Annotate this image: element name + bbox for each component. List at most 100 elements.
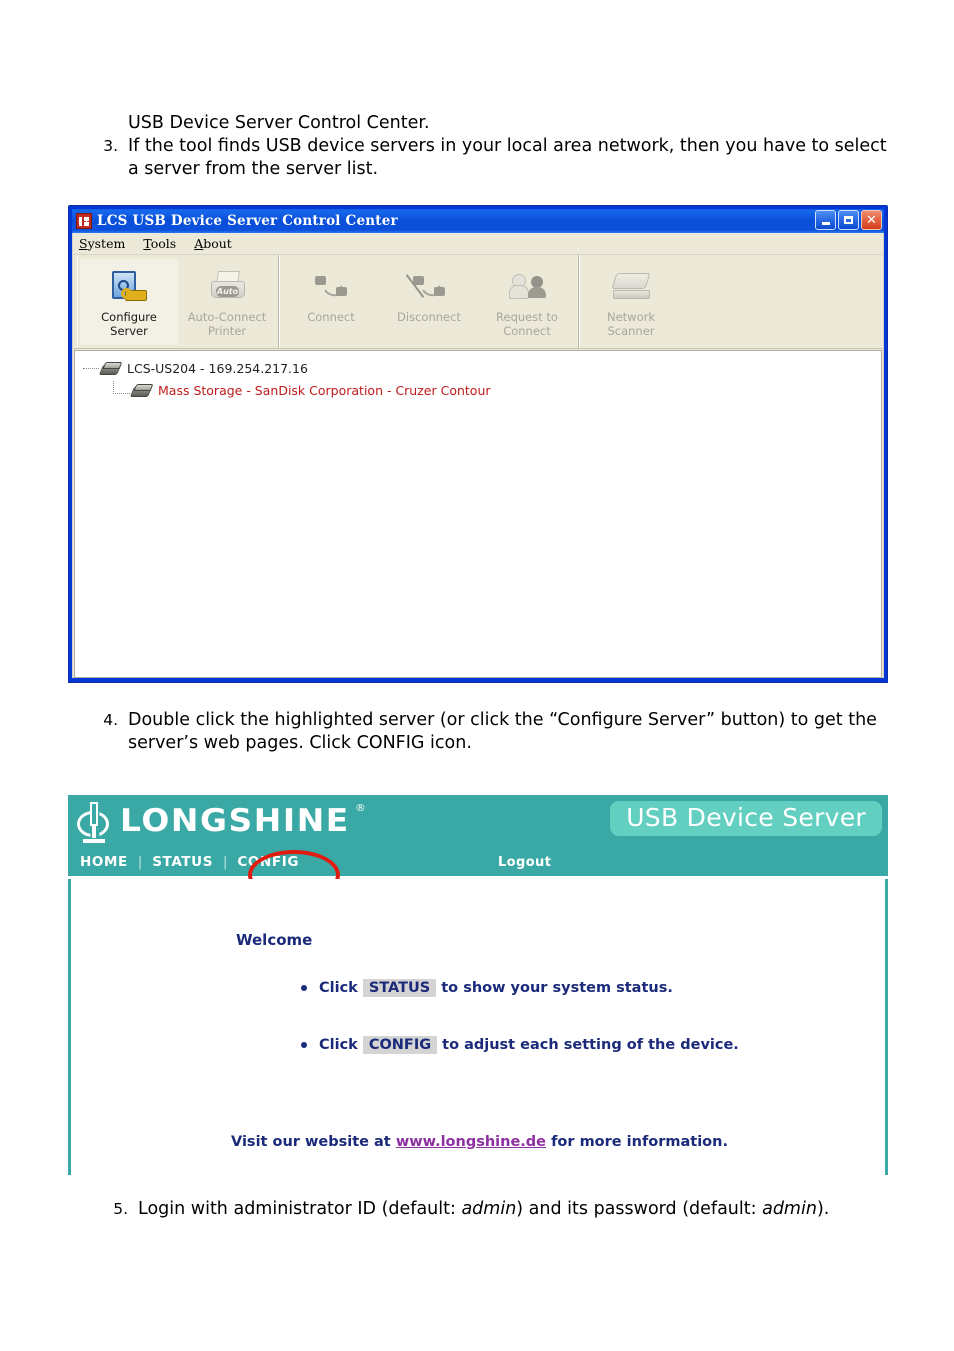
auto-connect-printer-label-line1: Auto-Connect [187,309,267,324]
longshine-web-page-screenshot: LONGSHINE ® USB Device Server HOME | STAT… [68,795,888,1175]
welcome-heading: Welcome [236,931,313,949]
menu-about-rest: bout [203,236,232,251]
step-5-text: Login with administrator ID (default: ad… [138,1198,858,1221]
step-5-prefix: Login with administrator ID (default: [138,1199,462,1219]
step-5-suffix: ). [816,1199,830,1219]
server-device-icon [101,362,120,374]
step-5-default-password: admin [762,1199,817,1219]
nav-separator-2: | [223,854,228,870]
connect-label: Connect [307,309,355,324]
control-center-window: LCS USB Device Server Control Center ✕ S… [68,205,888,683]
step-3-number: 3. [103,137,118,155]
network-scanner-label-line1: Network [606,309,656,324]
longshine-brand-text: LONGSHINE [120,803,350,839]
request-to-connect-icon [508,269,546,303]
request-to-connect-button[interactable]: Request to Connect [478,259,576,345]
step-4: 4. Double click the highlighted server (… [88,709,893,755]
menu-about[interactable]: About [194,236,232,251]
usb-device-icon [132,384,151,396]
step-3-text: If the tool finds USB device servers in … [128,136,887,180]
bullet-status-highlight[interactable]: STATUS [362,979,437,997]
tree-row-device[interactable]: Mass Storage - SanDisk Corporation - Cru… [83,379,881,401]
tree-connector-elbow [113,380,130,394]
tree-row-server[interactable]: LCS-US204 - 169.254.217.16 [83,357,881,379]
server-tree-label: LCS-US204 - 169.254.217.16 [127,360,308,376]
minimize-icon[interactable] [815,210,836,230]
close-icon[interactable]: ✕ [861,210,882,230]
bullet-status: Click STATUS to show your system status. [301,979,673,997]
server-list-pane[interactable]: LCS-US204 - 169.254.217.16 Mass Storage … [74,350,882,678]
longshine-wordmark: LONGSHINE ® [120,803,366,839]
disconnect-icon [405,269,448,303]
configure-server-label-line1: Configure [101,309,157,324]
connect-button[interactable]: Connect [282,259,380,345]
step-4-number: 4. [103,711,118,729]
bullet-status-pre: Click [319,980,358,996]
bullet-config-pre: Click [319,1037,358,1053]
nav-item-config[interactable]: CONFIG [237,854,299,870]
registered-trademark-icon: ® [355,803,366,814]
toolbar: Configure Server Auto Auto-Connect Print… [73,255,883,349]
network-scanner-icon [611,269,651,303]
web-navbar: HOME | STATUS | CONFIG Logout [68,848,888,900]
step-5-number: 5. [113,1200,128,1218]
request-to-connect-label-line1: Request to [496,309,558,324]
maximize-icon[interactable] [838,210,859,230]
disconnect-label: Disconnect [397,309,461,324]
menu-tools-rest: ools [150,236,177,251]
longshine-website-link[interactable]: www.longshine.de [396,1134,546,1150]
step-5: 5. Login with administrator ID (default:… [98,1198,858,1221]
toolbar-group-server: Configure Server Auto Auto-Connect Print… [77,255,279,348]
step-5-default-id: admin [461,1199,517,1219]
bullet-dot-icon [301,1042,307,1048]
auto-connect-printer-button[interactable]: Auto Auto-Connect Printer [178,259,276,345]
network-scanner-label-line2: Scanner [607,323,655,338]
menu-system-rest: ystem [87,236,126,251]
web-banner: LONGSHINE ® USB Device Server [68,795,888,848]
product-badge: USB Device Server [610,801,882,836]
nav-separator-1: | [137,854,143,870]
bullet-config-post: to adjust each setting of the device. [442,1037,739,1053]
nav-item-home[interactable]: HOME [80,854,128,870]
lead-line-text: USB Device Server Control Center. [128,113,430,133]
toolbar-group-scanner: Network Scanner [579,255,883,348]
toolbar-group-connection: Connect Disconnect Request to Connect [279,255,579,348]
window-client-area: System Tools About Configure Server Auto… [72,233,884,678]
menu-tools-accel: T [143,236,151,251]
step-4-text: Double click the highlighted server (or … [128,710,877,754]
bullet-status-post: to show your system status. [441,980,673,996]
window-controls: ✕ [815,210,882,230]
menu-tools[interactable]: Tools [143,236,176,251]
window-title: LCS USB Device Server Control Center [97,213,398,229]
bullet-dot-icon [301,985,307,991]
disconnect-button[interactable]: Disconnect [380,259,478,345]
longshine-logo-mark-icon [76,801,112,843]
menu-about-accel: A [194,236,204,251]
step-5-middle: ) and its password (default: [516,1199,763,1219]
configure-server-button[interactable]: Configure Server [80,258,178,345]
app-logo-icon [76,213,92,229]
web-content-area: Welcome Click STATUS to show your system… [68,879,888,1175]
intro-lead-line: USB Device Server Control Center. [128,112,888,137]
window-titlebar: LCS USB Device Server Control Center ✕ [72,209,884,233]
step-3: 3. If the tool finds USB device servers … [88,135,893,181]
auto-connect-printer-label-line2: Printer [207,323,247,338]
bullet-config: Click CONFIG to adjust each setting of t… [301,1036,739,1054]
menu-system-accel: S [79,236,88,251]
auto-connect-printer-icon: Auto [208,269,246,303]
connect-icon [312,269,350,303]
configure-server-label-line2: Server [110,323,148,338]
nav-item-logout[interactable]: Logout [498,855,551,870]
nav-item-status[interactable]: STATUS [152,854,213,870]
usb-device-tree-label: Mass Storage - SanDisk Corporation - Cru… [158,382,491,398]
menubar: System Tools About [73,233,883,255]
visit-pre: Visit our website at [231,1134,391,1150]
bullet-config-highlight[interactable]: CONFIG [362,1036,438,1054]
network-scanner-button[interactable]: Network Scanner [582,259,680,345]
nav-links: HOME | STATUS | CONFIG [68,854,299,870]
configure-server-icon [110,269,148,303]
tree-connector [83,367,99,369]
menu-system[interactable]: System [79,236,125,251]
visit-post: for more information. [551,1134,728,1150]
request-to-connect-label-line2: Connect [503,323,551,338]
